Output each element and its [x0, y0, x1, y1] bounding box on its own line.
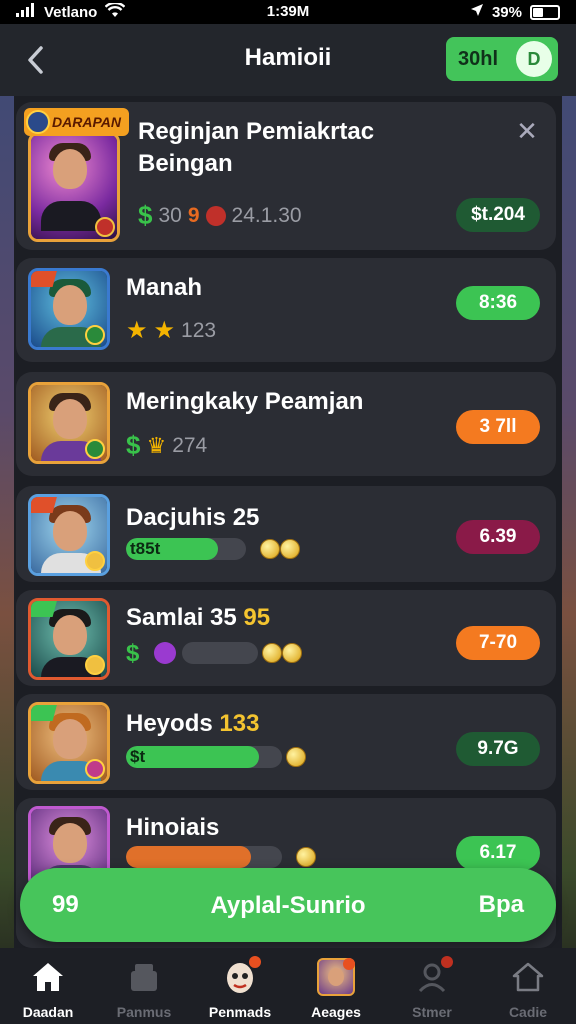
tag-coin-icon [26, 110, 50, 134]
notification-dot [249, 956, 261, 968]
game-thumbnail [28, 702, 110, 784]
game-thumbnail [28, 132, 120, 242]
home-icon [29, 958, 67, 996]
coin-icon [282, 643, 302, 663]
apply-button[interactable]: 99 Ayplal-Sunrio Bpa [20, 868, 556, 942]
game-thumbnail [28, 382, 110, 464]
notification-dot [441, 956, 453, 968]
progress-bar: t85t [126, 538, 246, 560]
tab-store[interactable]: Panmus [96, 948, 192, 1024]
tab-label: Cadie [508, 1004, 548, 1020]
gem-icon [154, 642, 176, 664]
notification-dot [343, 958, 355, 970]
game-thumbnail [28, 268, 110, 350]
star-icon: ★ [153, 317, 176, 344]
game-title: Reginjan Pemiakrtac Beingan [138, 118, 375, 177]
coin-icon [260, 539, 280, 559]
game-card[interactable]: Dacjuhis 25 t85t 6.39 [16, 486, 556, 582]
dollar-icon: $ [138, 200, 153, 230]
tab-home[interactable]: Daadan [0, 948, 96, 1024]
game-meta: $ ♛ 274 [126, 430, 208, 460]
game-title: Hinoiais [126, 814, 220, 841]
coin-icon [296, 847, 316, 867]
price-pill[interactable]: 9.7G [456, 732, 540, 766]
tab-house[interactable]: Cadie [480, 948, 576, 1024]
coin-icon [280, 539, 300, 559]
game-title: Manah [126, 274, 203, 301]
app-header: Hamioii 30hl D [0, 24, 576, 96]
game-title: Heyods 133 [126, 710, 260, 737]
dollar-icon: $ [126, 640, 140, 667]
price-pill[interactable]: 7-70 [456, 626, 540, 660]
game-title: Dacjuhis 25 [126, 504, 260, 531]
bomb-icon [205, 205, 226, 226]
tab-label: Aeages [311, 1004, 361, 1020]
status-bar: Vetlano 1:39M 39% [0, 0, 576, 24]
back-button[interactable] [20, 42, 50, 78]
avatar-icon [317, 958, 355, 996]
star-icon: ★ [126, 317, 148, 344]
cta-label: Ayplal-Sunrio [210, 892, 366, 919]
game-title: Samlai 35 95 [126, 604, 271, 631]
coin-icon: D [516, 41, 552, 77]
mask-icon [221, 956, 261, 996]
house-outline-icon [509, 958, 547, 996]
cta-left-value: 99 [52, 891, 79, 918]
coin-icon [262, 643, 282, 663]
cta-right-value: Bpa [478, 891, 524, 918]
battery-icon [530, 4, 560, 20]
progress-bar: $t [126, 746, 282, 768]
balance-label: 30hl [458, 47, 499, 70]
game-rating: ★ ★ 123 [126, 317, 217, 344]
coin-icon [286, 747, 306, 767]
chevron-left-icon [28, 46, 43, 74]
game-thumbnail [28, 598, 110, 680]
price-pill[interactable]: 6.17 [456, 836, 540, 870]
person-icon [413, 956, 453, 996]
tab-label: Daadan [22, 1004, 74, 1020]
tab-label: Panmus [116, 1004, 172, 1020]
tab-label: Stmer [412, 1004, 452, 1020]
close-icon[interactable]: ✕ [512, 116, 542, 146]
progress-bar [126, 846, 282, 868]
price-pill[interactable]: 6.39 [456, 520, 540, 554]
game-card[interactable]: Heyods 133 $t 9.7G [16, 694, 556, 790]
price-pill[interactable]: $t.204 [456, 198, 540, 232]
game-card[interactable]: Meringkaky Peamjan $ ♛ 274 3 7ll [16, 372, 556, 476]
tab-label: Penmads [208, 1004, 272, 1020]
crown-icon: ♛ [146, 432, 167, 458]
tab-person[interactable]: Stmer [384, 948, 480, 1024]
game-title: Meringkaky Peamjan [126, 388, 364, 415]
game-card[interactable]: Manah ★ ★ 123 8:36 [16, 258, 556, 362]
game-meta: $ 30 9 24.1.30 [138, 200, 302, 230]
tab-masks[interactable]: Penmads [192, 948, 288, 1024]
store-icon [125, 958, 163, 996]
game-thumbnail [28, 494, 110, 576]
balance-badge[interactable]: 30hl D [446, 37, 558, 81]
clock: 1:39M [266, 3, 310, 20]
dollar-icon: $ [126, 430, 141, 460]
game-card[interactable]: Samlai 35 95 $ 7-70 [16, 590, 556, 686]
price-pill[interactable]: 8:36 [456, 286, 540, 320]
progress-bar [182, 642, 258, 664]
price-pill[interactable]: 3 7ll [456, 410, 540, 444]
tab-bar: Daadan Panmus Penmads Aeages Stmer Cadie [0, 948, 576, 1024]
game-list[interactable]: DARAPAN Reginjan Pemiakrtac Beingan $ 30… [14, 96, 562, 948]
tab-avatars[interactable]: Aeages [288, 948, 384, 1024]
game-card-featured[interactable]: DARAPAN Reginjan Pemiakrtac Beingan $ 30… [16, 102, 556, 250]
